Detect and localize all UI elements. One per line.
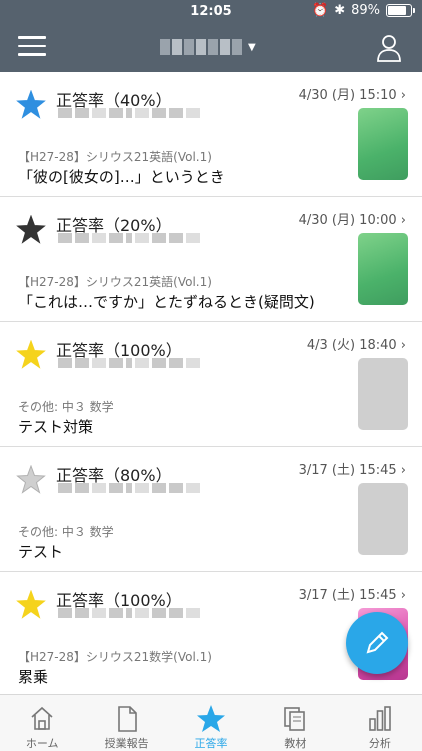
books-icon [284,707,306,731]
material-category: その他: 中３ 数学 [18,525,114,539]
document-icon [117,706,137,732]
tab-label: 教材 [284,737,307,750]
lesson-title: テスト [18,543,64,561]
date-label: 4/30 (月) 15:10 › [298,88,406,103]
bottom-tab-bar: ホーム 授業報告 正答率 教材 分析 [0,694,422,751]
lesson-title: 「これは…ですか」とたずねるとき(疑問文) [18,293,315,311]
blurred-text [58,233,200,243]
blurred-name [160,39,242,55]
tab-star[interactable]: 正答率 [169,695,253,751]
edit-button[interactable] [346,612,408,674]
material-category: 【H27-28】シリウス21英語(Vol.1) [18,275,212,289]
status-bar: 12:05 ⏰ ✱ 89% [0,0,422,24]
material-thumbnail[interactable] [358,108,408,180]
tab-label: 正答率 [194,737,228,750]
alarm-icon: ⏰ [312,3,329,18]
caret-down-icon: ▼ [248,41,256,53]
battery-icon [386,4,415,17]
result-row[interactable]: 正答率（80%） 3/17 (土) 15:45 › その他: 中３ 数学 テスト [0,447,422,572]
date-label: 3/17 (土) 15:45 › [298,463,406,478]
tab-label: 分析 [368,737,391,750]
date-label: 3/17 (土) 15:45 › [298,588,406,603]
star-blue-icon [16,90,46,119]
star-yellow-icon [16,340,46,369]
star-black-icon [16,215,46,244]
tab-label: 授業報告 [104,737,149,750]
result-row[interactable]: 正答率（100%） 4/3 (火) 18:40 › その他: 中３ 数学 テスト対策 [0,322,422,447]
star-yellow-icon [16,590,46,619]
bluetooth-icon: ✱ [334,3,346,18]
lesson-title: 「彼の[彼女の]…」というとき [18,168,225,186]
tab-label: ホーム [25,737,59,750]
date-label: 4/30 (月) 10:00 › [298,213,406,228]
status-icons: ⏰ ✱ 89% [312,3,415,18]
blurred-text [58,608,200,618]
tab-document[interactable]: 授業報告 [84,695,168,751]
material-thumbnail[interactable] [358,233,408,305]
star-silver-icon [16,465,46,494]
person-icon[interactable] [376,34,402,62]
result-list: 正答率（40%） 4/30 (月) 15:10 › 【H27-28】シリウス21英語… [0,72,422,692]
lesson-title: テスト対策 [18,418,94,436]
app-header: ▼ [0,24,422,72]
hamburger-icon[interactable] [18,36,46,58]
material-category: 【H27-28】シリウス21数学(Vol.1) [18,650,212,664]
tab-bar-chart[interactable]: 分析 [338,695,422,751]
result-row[interactable]: 正答率（40%） 4/30 (月) 15:10 › 【H27-28】シリウス21英語… [0,72,422,197]
material-category: その他: 中３ 数学 [18,400,114,414]
date-label: 4/3 (火) 18:40 › [306,338,406,353]
lesson-title: 累乗 [18,668,49,686]
material-thumbnail[interactable] [358,483,408,555]
star-icon [197,705,226,732]
material-category: 【H27-28】シリウス21英語(Vol.1) [18,150,212,164]
tab-home[interactable]: ホーム [0,695,84,751]
material-thumbnail[interactable] [358,358,408,430]
tab-books[interactable]: 教材 [253,695,337,751]
battery-text: 89% [351,3,380,18]
student-selector[interactable]: ▼ [160,38,256,56]
blurred-text [58,483,200,493]
blurred-text [58,358,200,368]
pencil-icon [366,631,389,654]
home-icon [31,706,53,730]
bar-chart-icon [369,706,391,731]
result-row[interactable]: 正答率（20%） 4/30 (月) 10:00 › 【H27-28】シリウス21英語… [0,197,422,322]
blurred-text [58,108,200,118]
